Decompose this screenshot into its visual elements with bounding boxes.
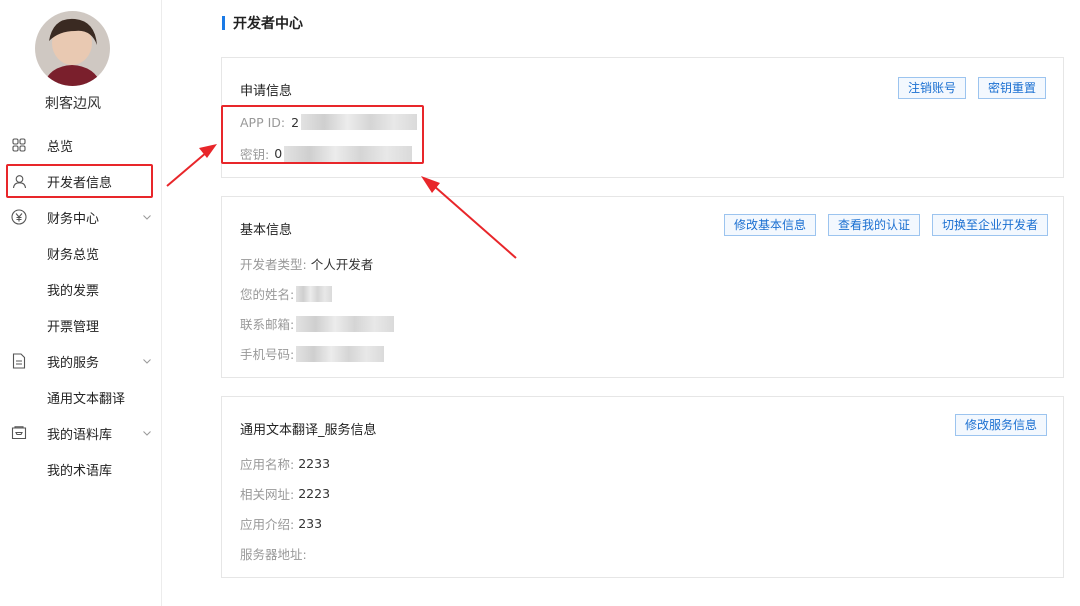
edit-basic-info-button[interactable]: 修改基本信息: [724, 214, 817, 236]
name-label: 您的姓名:: [240, 287, 295, 302]
chevron-down-icon: [143, 431, 151, 436]
sidebar-item-label: 通用文本翻译: [47, 391, 126, 407]
arrow-sidebar-to-credentials: [166, 144, 217, 187]
sidebar-item-label: 总览: [47, 139, 74, 155]
url-label: 相关网址:: [240, 487, 295, 502]
server-address-label: 服务器地址:: [240, 547, 307, 562]
sidebar-item-my-services[interactable]: 我的服务: [0, 344, 162, 378]
highlight-box-credentials: [221, 105, 424, 164]
page-title-text: 开发者中心: [233, 16, 303, 32]
inbox-icon: [11, 425, 27, 441]
sidebar-item-invoices[interactable]: 我的发票: [0, 272, 162, 306]
sidebar-item-terminology[interactable]: 我的术语库: [0, 452, 162, 486]
intro-row: 应用介绍: 233: [240, 514, 322, 533]
app-name-value: 2233: [298, 456, 331, 471]
app-name-label: 应用名称:: [240, 457, 295, 472]
sidebar-item-finance-overview[interactable]: 财务总览: [0, 236, 162, 270]
email-label: 联系邮箱:: [240, 317, 295, 332]
sidebar-item-corpus[interactable]: 我的语料库: [0, 416, 162, 450]
card-title: 申请信息: [240, 84, 293, 99]
phone-label: 手机号码:: [240, 347, 295, 362]
basic-info-card: 基本信息 修改基本信息 查看我的认证 切换至企业开发者 开发者类型: 个人开发者…: [221, 196, 1064, 378]
sidebar-item-label: 财务总览: [47, 247, 100, 263]
service-info-card: 通用文本翻译_服务信息 修改服务信息 应用名称: 2233 相关网址: 2223…: [221, 396, 1064, 578]
sidebar-item-finance[interactable]: 财务中心: [0, 200, 162, 234]
sidebar-item-label: 我的语料库: [47, 427, 113, 443]
app-name-row: 应用名称: 2233: [240, 454, 330, 473]
yen-icon: [11, 209, 27, 225]
sidebar-item-label: 开票管理: [47, 319, 100, 335]
name-row: 您的姓名:: [240, 284, 333, 303]
server-address-row: 服务器地址:: [240, 544, 307, 563]
document-icon: [11, 353, 27, 369]
cancel-account-button[interactable]: 注销账号: [898, 77, 967, 99]
chevron-down-icon: [143, 215, 151, 220]
email-row: 联系邮箱:: [240, 314, 395, 333]
sidebar-item-label: 财务中心: [47, 211, 100, 227]
intro-label: 应用介绍:: [240, 517, 295, 532]
username: 刺客边风: [45, 96, 101, 112]
chevron-down-icon: [143, 359, 151, 364]
highlight-box-sidebar: [6, 164, 153, 198]
redacted-name: [296, 285, 333, 302]
card-title: 通用文本翻译_服务信息: [240, 423, 377, 438]
redacted-email: [296, 315, 395, 332]
sidebar-item-text-translation[interactable]: 通用文本翻译: [0, 380, 162, 414]
intro-value: 233: [298, 516, 323, 531]
sidebar-item-label: 我的服务: [47, 355, 100, 371]
sidebar-item-invoice-management[interactable]: 开票管理: [0, 308, 162, 342]
switch-enterprise-button[interactable]: 切换至企业开发者: [932, 214, 1049, 236]
developer-type-value: 个人开发者: [310, 257, 374, 272]
title-accent-bar: [222, 16, 225, 30]
redacted-phone: [296, 345, 385, 362]
developer-type-row: 开发者类型: 个人开发者: [240, 254, 373, 273]
card-title: 基本信息: [240, 223, 293, 238]
url-row: 相关网址: 2223: [240, 484, 330, 503]
sidebar-item-overview[interactable]: 总览: [0, 128, 162, 162]
reset-key-button[interactable]: 密钥重置: [978, 77, 1047, 99]
sidebar-item-label: 我的术语库: [47, 463, 113, 479]
developer-type-label: 开发者类型:: [240, 257, 307, 272]
page-title: 开发者中心: [222, 13, 303, 33]
edit-service-info-button[interactable]: 修改服务信息: [955, 414, 1048, 436]
sidebar-item-label: 我的发票: [47, 283, 100, 299]
sidebar: 刺客边风 总览 开发者信息 财务中心 财务总览 我的发票 开票管理 我的服务 通…: [0, 0, 162, 606]
view-certification-button[interactable]: 查看我的认证: [828, 214, 921, 236]
grid-icon: [11, 137, 27, 153]
url-value: 2223: [298, 486, 331, 501]
phone-row: 手机号码:: [240, 344, 385, 363]
avatar[interactable]: [35, 11, 110, 86]
